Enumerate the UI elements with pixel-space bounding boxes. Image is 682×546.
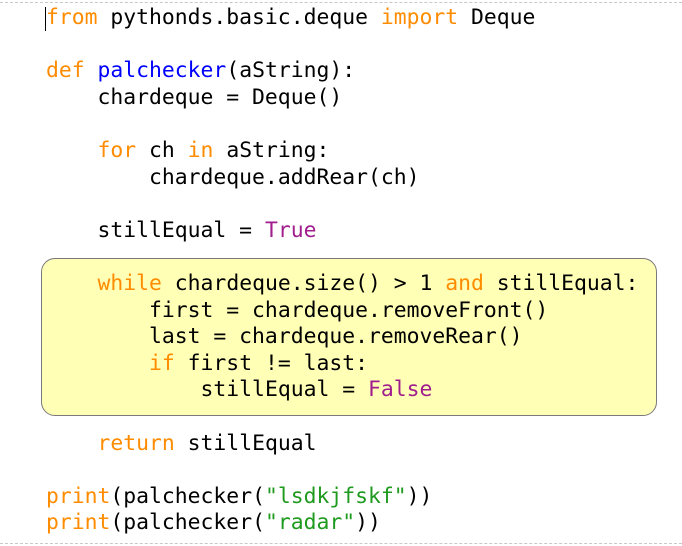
- code-token: chardeque.addRear(ch): [149, 164, 420, 190]
- code-token: False: [367, 377, 433, 403]
- code-line: from pythonds.basic.deque import Deque: [46, 5, 638, 32]
- code-line: def palchecker(aString):: [46, 58, 638, 85]
- code-token: and: [445, 270, 484, 296]
- code-line: stillEqual = True: [46, 218, 638, 245]
- code-line: stillEqual = False: [46, 377, 638, 404]
- code-token: True: [264, 217, 317, 243]
- code-token: first = chardeque.removeFront(): [149, 297, 549, 323]
- code-token: pythonds.basic.deque: [97, 5, 381, 30]
- code-line: if first != last:: [46, 351, 638, 378]
- code-token: stillEqual =: [97, 217, 265, 243]
- code-line: print(palchecker("lsdkjfskf")): [46, 484, 638, 511]
- code-token: print: [46, 483, 111, 509]
- code-token: (palchecker(: [110, 510, 265, 536]
- code-token: palchecker: [97, 58, 227, 84]
- code-line: chardeque = Deque(): [46, 85, 638, 112]
- code-token: Deque: [458, 5, 536, 30]
- code-token: if: [149, 350, 175, 376]
- code-token: chardeque = Deque(): [97, 84, 343, 110]
- code-token: print: [46, 510, 111, 536]
- code-token: from: [46, 5, 98, 30]
- code-token: (palchecker(: [110, 483, 265, 509]
- code-line: chardeque.addRear(ch): [46, 165, 638, 192]
- code-token: in: [187, 137, 214, 163]
- code-token: "radar": [264, 510, 356, 536]
- code-block[interactable]: from pythonds.basic.deque import Deque d…: [46, 5, 638, 537]
- code-token: (aString):: [226, 58, 356, 84]
- code-line: for ch in aString:: [46, 138, 638, 165]
- code-token: for: [97, 137, 137, 163]
- code-token: ch: [136, 137, 188, 163]
- code-token: import: [380, 5, 459, 30]
- code-token: stillEqual =: [200, 377, 368, 403]
- code-line: print(palchecker("radar")): [46, 510, 638, 537]
- code-line: return stillEqual: [46, 431, 638, 458]
- code-line: while chardeque.size() > 1 and stillEqua…: [46, 270, 639, 298]
- code-line: last = chardeque.removeRear(): [46, 324, 638, 351]
- code-token: last = chardeque.removeRear(): [149, 324, 523, 350]
- code-token: first != last:: [174, 350, 368, 376]
- code-token: def: [46, 58, 85, 84]
- code-token: chardeque.size() > 1: [161, 270, 446, 296]
- code-token: "lsdkjfskf": [264, 483, 407, 509]
- code-editor[interactable]: from pythonds.basic.deque import Deque d…: [0, 0, 682, 546]
- code-token: )): [355, 510, 381, 536]
- code-token: stillEqual: [174, 430, 317, 456]
- code-token: return: [97, 430, 175, 456]
- code-token: while: [97, 270, 162, 296]
- code-token: )): [406, 483, 433, 509]
- top-divider: [0, 2, 682, 3]
- code-line: first = chardeque.removeFront(): [46, 298, 638, 325]
- code-token: aString:: [213, 137, 330, 163]
- bottom-divider: [0, 543, 682, 544]
- code-token: stillEqual:: [483, 270, 639, 296]
